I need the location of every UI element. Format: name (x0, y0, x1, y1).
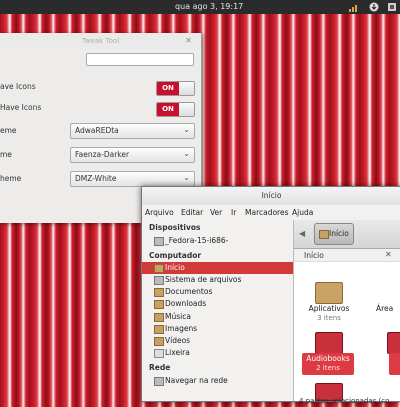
folder-icon (154, 325, 164, 334)
selection-highlight (389, 353, 400, 375)
folder-icon (154, 288, 164, 297)
home-folder-icon (319, 230, 329, 239)
toggle-row-1: ave Icons ON (0, 79, 201, 96)
chevron-down-icon: ⌄ (183, 173, 190, 182)
back-icon[interactable]: ◀ (299, 229, 305, 238)
folder-icon[interactable] (315, 332, 343, 354)
signal-icon[interactable] (348, 2, 360, 12)
folder-icon (154, 337, 164, 346)
combo-row-3: heme DMZ-White ⌄ (0, 171, 201, 187)
sidebar-item-videos[interactable]: Vídeos (142, 335, 293, 347)
toggle-knob (179, 82, 194, 95)
network-icon (154, 377, 164, 386)
toolbar: ◀ Início (294, 220, 400, 249)
sidebar-item-rede[interactable]: Navegar na rede (142, 375, 293, 387)
folder-count: 2 itens (316, 364, 340, 372)
sidebar-section-computer: Computador (149, 251, 202, 260)
user-menu-icon[interactable] (386, 2, 398, 12)
top-panel: qua ago 3, 19:17 (0, 0, 400, 14)
combo-value: Faenza-Darker (75, 150, 130, 159)
folder-name[interactable]: Audiobooks (302, 354, 354, 363)
folder-count: 3 itens (317, 314, 341, 322)
folder-icon[interactable] (387, 332, 400, 354)
content-pane: ◀ Início Início ✕ Aplicativos 3 itens Ár… (294, 220, 400, 405)
location-title: Início (304, 251, 324, 260)
folder-name[interactable]: Área (376, 304, 400, 313)
close-icon[interactable]: ✕ (385, 250, 392, 259)
home-folder-icon (154, 264, 164, 273)
sidebar-item-documentos[interactable]: Documentos (142, 286, 293, 298)
window-title: Início (142, 187, 400, 205)
file-manager-window: Início Arquivo Editar Ver Ir Marcadores … (141, 186, 400, 405)
sidebar-item-downloads[interactable]: Downloads (142, 298, 293, 310)
folder-name[interactable]: Aplicativos (302, 304, 356, 313)
combo-row-2: me Faenza-Darker ⌄ (0, 147, 201, 163)
sidebar-item-label: _Fedora-15-i686- (165, 236, 229, 245)
combo-label: heme (0, 174, 22, 183)
sidebar-item-label: Imagens (165, 324, 198, 333)
search-input[interactable] (86, 53, 194, 66)
clock[interactable]: qua ago 3, 19:17 (175, 2, 243, 11)
sidebar-item-label: Lixeira (165, 348, 190, 357)
combo-label: me (0, 150, 12, 159)
sidebar-item-inicio[interactable]: Início (142, 262, 293, 274)
toggle-label: Have Icons (0, 103, 42, 112)
combo-label: eme (0, 126, 17, 135)
trash-icon (154, 349, 164, 358)
sidebar-item-label: Vídeos (165, 336, 191, 345)
menu-marcadores[interactable]: Marcadores (245, 208, 289, 217)
icon-theme-combo[interactable]: Faenza-Darker ⌄ (70, 147, 195, 163)
sidebar-item-label: Música (165, 312, 191, 321)
status-bar: 4 pastas selecionadas (co (294, 397, 400, 407)
status-text: 4 pastas selecionadas (co (299, 397, 390, 405)
close-icon[interactable]: ✕ (184, 36, 193, 45)
folder-icon (154, 300, 164, 309)
drive-icon (154, 237, 164, 246)
toggle-switch[interactable]: ON (156, 81, 195, 96)
menu-ver[interactable]: Ver (210, 208, 222, 217)
sidebar-item-label: Downloads (165, 299, 207, 308)
folder-icon (154, 313, 164, 322)
sidebar-section-devices: Dispositivos (149, 223, 201, 232)
path-bar-button[interactable]: Início (314, 223, 354, 245)
toggle-switch[interactable]: ON (156, 102, 195, 117)
sidebar-item-label: Documentos (165, 287, 213, 296)
location-header: Início ✕ (294, 249, 400, 262)
menu-ir[interactable]: Ir (231, 208, 236, 217)
download-icon[interactable] (368, 2, 380, 12)
theme-combo[interactable]: AdwaREDta ⌄ (70, 123, 195, 139)
cursor-theme-combo[interactable]: DMZ-White ⌄ (70, 171, 195, 187)
toggle-row-2: Have Icons ON (0, 100, 201, 117)
sidebar-item-sistema[interactable]: Sistema de arquivos (142, 274, 293, 286)
toggle-state: ON (157, 103, 179, 116)
sidebar-item-label: Navegar na rede (165, 376, 228, 385)
folder-icon[interactable] (315, 282, 343, 304)
sidebar-item-label: Início (165, 263, 185, 272)
tweak-tool-title: Tweak Tool (0, 33, 201, 49)
chevron-down-icon: ⌄ (183, 125, 190, 134)
sidebar: Dispositivos _Fedora-15-i686- Computador… (142, 220, 293, 401)
sidebar-item-label: Sistema de arquivos (165, 275, 242, 284)
path-button-label: Início (329, 229, 349, 238)
toggle-knob (179, 103, 194, 116)
sidebar-item-imagens[interactable]: Imagens (142, 323, 293, 335)
combo-value: DMZ-White (75, 174, 117, 183)
combo-value: AdwaREDta (75, 126, 119, 135)
sidebar-item-fedora[interactable]: _Fedora-15-i686- (142, 235, 293, 247)
sidebar-item-lixeira[interactable]: Lixeira (142, 347, 293, 359)
menu-editar[interactable]: Editar (181, 208, 203, 217)
sidebar-section-network: Rede (149, 363, 171, 372)
toggle-state: ON (157, 82, 179, 95)
toggle-label: ave Icons (0, 82, 36, 91)
chevron-down-icon: ⌄ (183, 149, 190, 158)
menubar: Arquivo Editar Ver Ir Marcadores Ajuda (142, 206, 400, 218)
sidebar-item-musica[interactable]: Música (142, 311, 293, 323)
menu-arquivo[interactable]: Arquivo (145, 208, 174, 217)
combo-row-1: eme AdwaREDta ⌄ (0, 123, 201, 139)
menu-ajuda[interactable]: Ajuda (292, 208, 313, 217)
folder-icon (154, 276, 164, 285)
